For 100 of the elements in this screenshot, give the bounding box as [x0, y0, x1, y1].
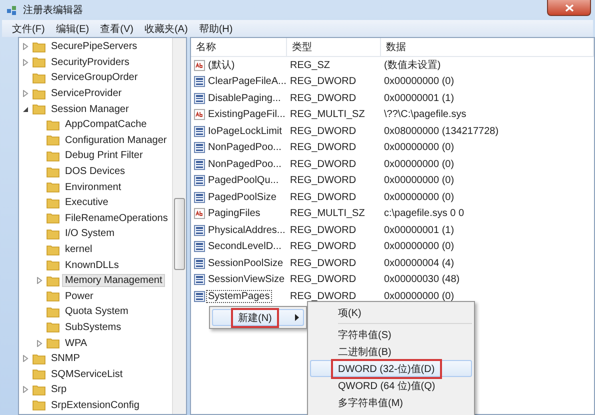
folder-icon: [46, 290, 60, 302]
value-name[interactable]: NonPagedPoo...: [206, 158, 284, 171]
value-name[interactable]: SessionPoolSize: [206, 256, 286, 270]
folder-icon: [32, 103, 46, 116]
tree-item[interactable]: Environment: [62, 180, 124, 194]
folder-icon: [46, 244, 60, 256]
value-name[interactable]: PagingFiles: [206, 207, 262, 220]
menu-entry[interactable]: DWORD (32-位)值(D): [310, 360, 472, 377]
tree-item[interactable]: FileRenameOperations: [62, 212, 171, 225]
value-type: REG_DWORD: [289, 76, 358, 88]
menu-entry[interactable]: 新建(N): [212, 309, 304, 326]
menu-item[interactable]: 帮助(H): [194, 22, 240, 36]
value-name[interactable]: SystemPages: [206, 290, 272, 303]
value-name[interactable]: NonPagedPoo...: [206, 141, 284, 154]
tree-item[interactable]: SubSystems: [62, 320, 124, 334]
value-data: 0x00000004 (4): [383, 258, 456, 269]
folder-icon: [46, 166, 60, 178]
menu-entry[interactable]: 二进制值(B): [310, 343, 472, 360]
value-name[interactable]: DisablePaging...: [206, 92, 283, 105]
expand-arrow-icon[interactable]: [22, 43, 29, 50]
value-name[interactable]: ClearPageFileA...: [206, 75, 287, 88]
value-data: 0x00000000 (0): [383, 241, 456, 252]
value-data: 0x00000001 (1): [383, 92, 456, 104]
tree-item[interactable]: Debug Print Filter: [62, 149, 146, 162]
menu-entry[interactable]: QWORD (64 位)值(Q): [310, 377, 472, 394]
value-type: REG_DWORD: [289, 224, 358, 236]
folder-icon: [46, 181, 60, 194]
expand-arrow-icon[interactable]: [22, 90, 29, 98]
tree-item[interactable]: Memory Management: [62, 274, 166, 288]
expand-arrow-icon[interactable]: [22, 386, 29, 394]
menu-entry[interactable]: 字符串值(S): [310, 326, 472, 343]
menu-label: 多字符串值(M): [337, 396, 404, 410]
tree-item[interactable]: kernel: [62, 243, 96, 256]
value-name[interactable]: SecondLevelD...: [206, 240, 284, 254]
scrollbar[interactable]: [172, 38, 186, 414]
value-data: 0x00000000 (0): [383, 76, 456, 88]
expand-arrow-icon[interactable]: [36, 340, 43, 347]
menu-item[interactable]: 收藏夹(A): [140, 22, 195, 36]
folder-icon: [32, 368, 46, 380]
menu-item[interactable]: 查看(V): [96, 22, 140, 36]
tree-item[interactable]: WPA: [62, 336, 90, 350]
tree-item[interactable]: Srp: [48, 383, 70, 396]
menu-label: 字符串值(S): [337, 328, 392, 342]
menu-item[interactable]: 编辑(E): [52, 22, 96, 36]
value-data: 0x08000000 (134217728): [383, 126, 500, 137]
tree-item[interactable]: SrpExtensionConfig: [48, 398, 142, 412]
column-header[interactable]: 类型: [287, 38, 381, 56]
folder-icon: [46, 150, 60, 162]
string-value-icon: [194, 109, 205, 120]
value-data: 0x00000030 (48): [383, 274, 461, 286]
tree-item[interactable]: I/O System: [62, 227, 118, 240]
scrollbar-thumb[interactable]: [174, 198, 185, 270]
tree-item[interactable]: Session Manager: [48, 102, 132, 116]
menu-entry[interactable]: 多字符串值(M): [310, 394, 472, 411]
folder-icon: [32, 384, 46, 396]
tree-item[interactable]: Executive: [62, 196, 112, 210]
tree-item[interactable]: Quota System: [62, 305, 132, 318]
tree-item[interactable]: Power: [62, 290, 96, 303]
value-data: \??\C:\pagefile.sys: [383, 109, 468, 120]
tree-item[interactable]: ServiceGroupOrder: [48, 71, 141, 84]
collapse-arrow-icon[interactable]: [22, 106, 29, 113]
folder-icon: [46, 321, 60, 334]
tree-item[interactable]: DOS Devices: [62, 165, 128, 178]
registry-cubes-icon: [6, 4, 18, 16]
value-name[interactable]: SessionViewSize: [206, 273, 287, 286]
expand-arrow-icon[interactable]: [22, 355, 29, 362]
value-name[interactable]: PagedPoolSize: [206, 190, 278, 204]
value-name[interactable]: IoPageLockLimit: [206, 124, 284, 138]
column-header[interactable]: 数据: [381, 38, 594, 56]
value-name[interactable]: ExistingPageFil...: [206, 108, 287, 122]
menu-item[interactable]: 文件(F): [8, 22, 52, 36]
expand-arrow-icon[interactable]: [36, 277, 43, 284]
value-type: REG_DWORD: [289, 274, 358, 286]
tree-item[interactable]: SNMP: [48, 352, 83, 366]
folder-icon: [46, 274, 60, 287]
folder-icon: [32, 56, 46, 68]
value-name[interactable]: PagedPoolQu...: [206, 174, 281, 188]
value-type: REG_DWORD: [289, 92, 358, 104]
value-name[interactable]: (默认): [206, 57, 237, 74]
string-value-icon: [194, 208, 205, 220]
value-name[interactable]: PhysicalAddres...: [206, 224, 287, 237]
value-type: REG_MULTI_SZ: [289, 109, 366, 120]
close-button[interactable]: [547, 0, 591, 16]
value-data: 0x00000000 (0): [383, 142, 456, 154]
column-header[interactable]: 名称: [191, 38, 287, 56]
tree-item[interactable]: SQMServiceList: [48, 368, 126, 381]
expand-arrow-icon[interactable]: [22, 58, 29, 66]
tree-item[interactable]: ServiceProvider: [48, 87, 125, 100]
tree-item[interactable]: SecurityProviders: [48, 56, 132, 69]
folder-icon: [46, 118, 60, 131]
menu-label: 二进制值(B): [337, 346, 392, 360]
value-data: 0x00000000 (0): [383, 192, 456, 203]
menu-entry[interactable]: 项(K): [310, 304, 472, 321]
value-type: REG_DWORD: [289, 192, 358, 203]
tree-item[interactable]: KnownDLLs: [62, 258, 122, 272]
folder-icon: [32, 352, 46, 365]
value-type: REG_DWORD: [289, 290, 358, 302]
tree-item[interactable]: Configuration Manager: [62, 134, 170, 147]
tree-item[interactable]: SecurePipeServers: [48, 40, 140, 54]
tree-item[interactable]: AppCompatCache: [62, 118, 150, 132]
